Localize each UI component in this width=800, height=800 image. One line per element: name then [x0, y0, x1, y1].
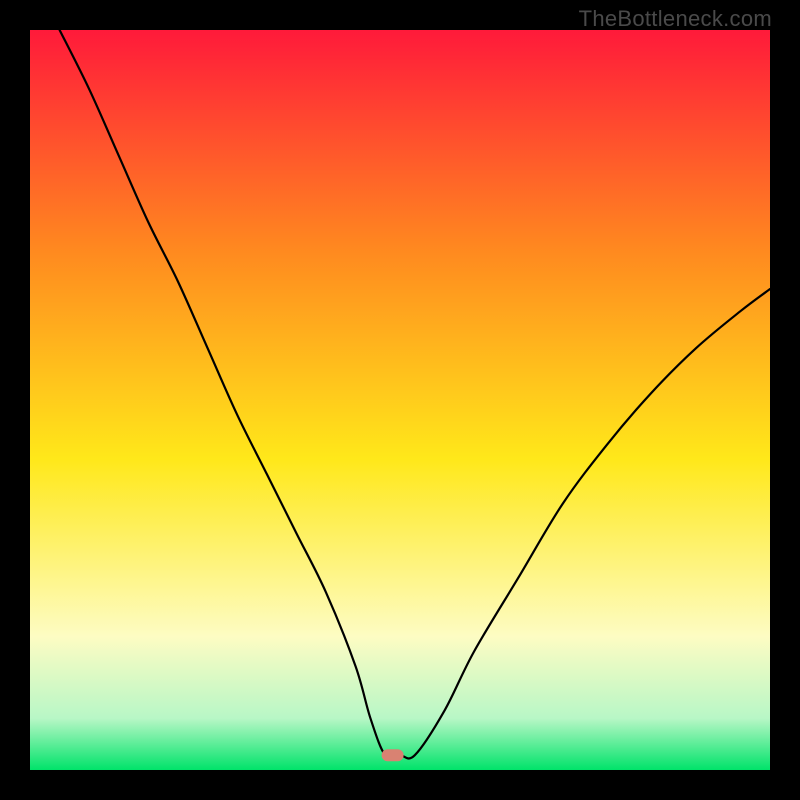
- chart-frame: TheBottleneck.com: [0, 0, 800, 800]
- watermark-text: TheBottleneck.com: [579, 6, 772, 32]
- plot-area: [30, 30, 770, 770]
- plot-svg: [30, 30, 770, 770]
- gradient-background: [30, 30, 770, 770]
- optimum-marker: [382, 749, 404, 761]
